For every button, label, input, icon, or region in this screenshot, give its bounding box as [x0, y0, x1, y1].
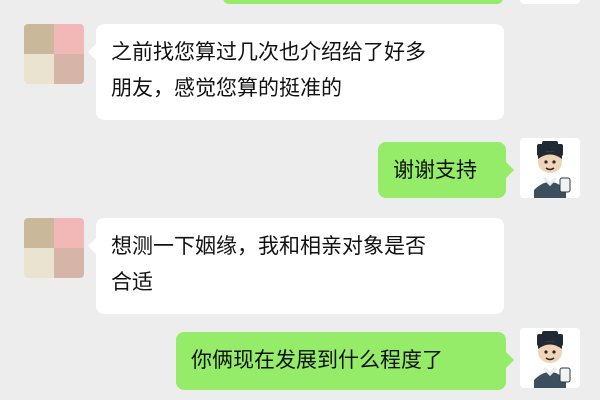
contact-avatar[interactable]	[24, 24, 84, 84]
chat-view: 之前找您算过几次也介绍给了好多 朋友，感觉您算的挺准的 谢谢支持 想测一下姻缘，…	[0, 0, 600, 400]
previous-avatar	[520, 0, 580, 4]
message-bubble-outgoing[interactable]: 谢谢支持	[378, 142, 514, 198]
message-bubble-incoming[interactable]: 想测一下姻缘，我和相亲对象是否 合适	[88, 218, 504, 314]
previous-message-bubble	[223, 0, 503, 4]
message-bubble-incoming[interactable]: 之前找您算过几次也介绍给了好多 朋友，感觉您算的挺准的	[88, 24, 504, 120]
self-avatar[interactable]	[520, 328, 580, 388]
self-avatar[interactable]	[520, 138, 580, 198]
cartoon-scholar-icon	[520, 138, 580, 198]
contact-avatar[interactable]	[24, 218, 84, 278]
message-bubble-outgoing[interactable]: 你俩现在发展到什么程度了	[176, 332, 514, 390]
cartoon-scholar-icon	[520, 328, 580, 388]
